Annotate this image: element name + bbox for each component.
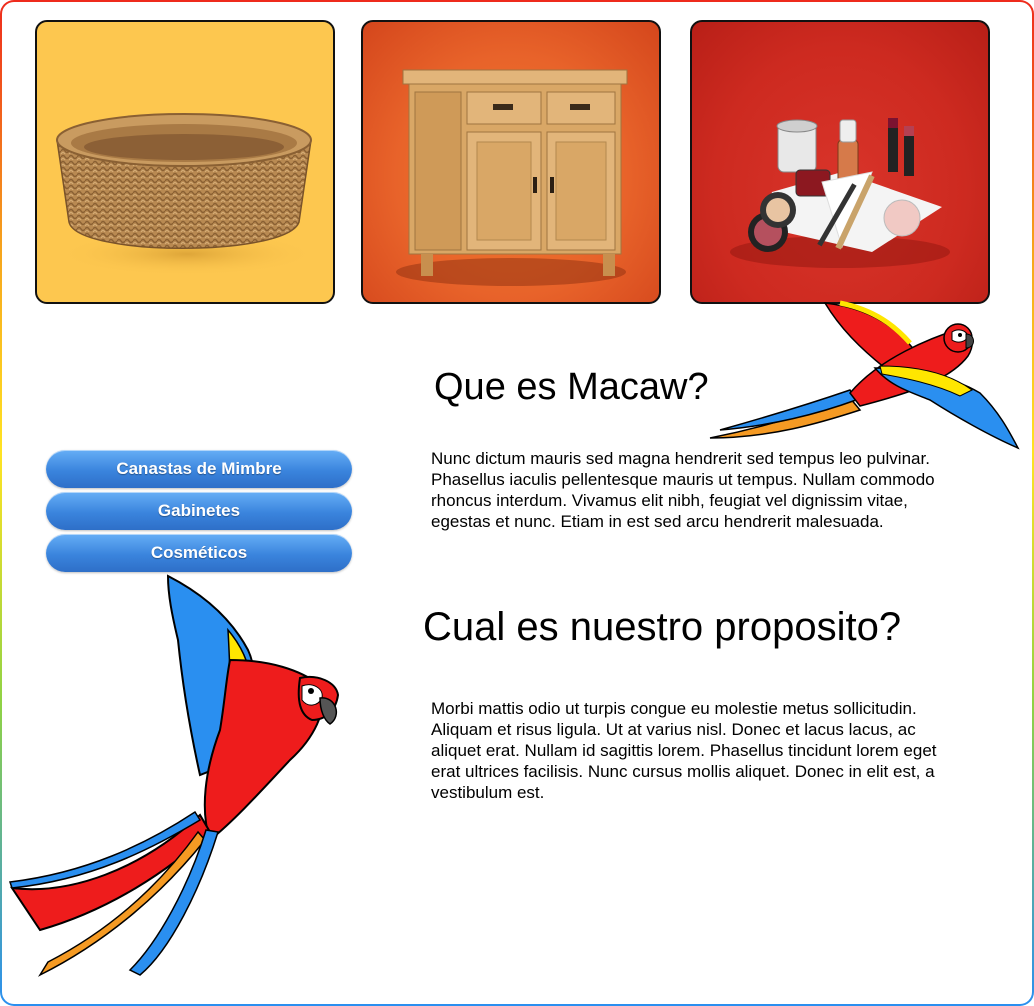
section-title-proposito: Cual es nuestro proposito? xyxy=(423,605,902,649)
basket-image[interactable] xyxy=(35,20,335,304)
macaw-flying-icon xyxy=(709,300,1020,450)
section-body-que-es-macaw: Nunc dictum mauris sed magna hendrerit s… xyxy=(431,449,935,531)
section-title-que-es-macaw: Que es Macaw? xyxy=(434,366,709,408)
menu-item-cosmeticos[interactable]: Cosméticos xyxy=(46,534,352,572)
side-menu: Canastas de Mimbre Gabinetes Cosméticos xyxy=(46,450,352,576)
macaw-large-icon xyxy=(8,574,340,977)
menu-item-gabinetes[interactable]: Gabinetes xyxy=(46,492,352,530)
cosmetics-image[interactable] xyxy=(690,20,990,304)
section-body-proposito: Morbi mattis odio ut turpis congue eu mo… xyxy=(431,699,937,802)
cabinet-image[interactable] xyxy=(361,20,661,304)
menu-item-canastas-de-mimbre[interactable]: Canastas de Mimbre xyxy=(46,450,352,488)
